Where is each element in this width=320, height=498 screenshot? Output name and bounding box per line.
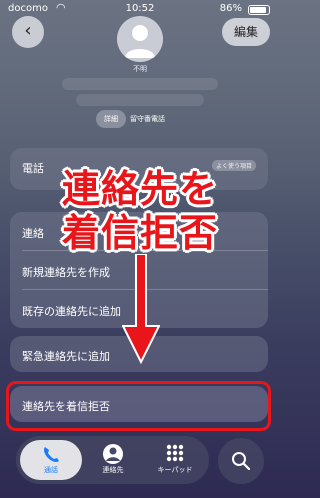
create-contact-label: 新規連絡先を作成: [22, 266, 110, 279]
phone-icon: [44, 447, 59, 462]
tab-keypad[interactable]: キーパッド: [144, 440, 206, 480]
tab-details[interactable]: 詳細: [96, 110, 126, 128]
contact-name: 不明: [133, 65, 147, 73]
person-icon: [103, 444, 123, 464]
tab-calls-label: 通話: [44, 466, 58, 474]
keypad-icon: [166, 444, 184, 462]
tab-contacts[interactable]: 連絡先: [82, 440, 144, 480]
battery-icon: [248, 5, 270, 15]
back-button[interactable]: ‹: [12, 16, 44, 48]
edit-button[interactable]: 編集: [222, 18, 270, 46]
add-existing-contact-label: 既存の連絡先に追加: [22, 305, 121, 318]
avatar: [117, 16, 163, 62]
blurred-row: [76, 94, 204, 106]
highlight-box: [6, 381, 271, 431]
tab-voicemail[interactable]: 留守番電話: [130, 110, 190, 128]
blurred-row: [62, 78, 218, 90]
tab-contacts-label: 連絡先: [102, 466, 124, 474]
tab-keypad-label: キーパッド: [157, 466, 193, 474]
search-icon: [232, 452, 251, 471]
arrow-down-icon: [122, 254, 160, 364]
search-button[interactable]: [218, 438, 264, 484]
overlay-caption-line2: 着信拒否: [61, 211, 218, 255]
tab-calls[interactable]: 通話: [20, 440, 82, 480]
tab-bar: 通話 連絡先 キーパッド: [16, 436, 209, 484]
battery-percent: 86%: [219, 3, 242, 14]
chevron-left-icon: ‹: [24, 20, 32, 41]
person-placeholder-icon: [125, 25, 155, 58]
emergency-contact-label: 緊急連絡先に追加: [22, 350, 110, 363]
